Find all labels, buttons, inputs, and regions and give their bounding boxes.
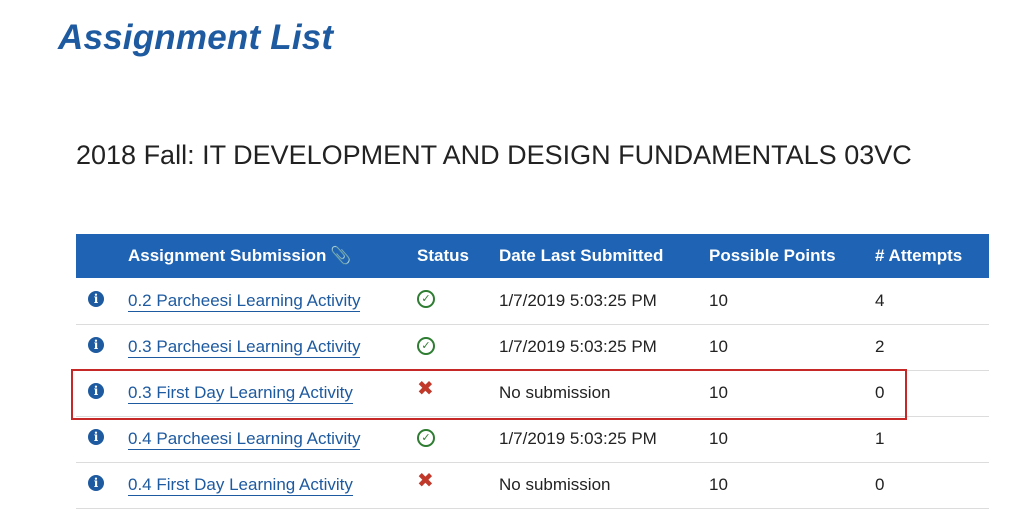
info-icon[interactable]: i bbox=[88, 475, 104, 491]
assignment-link[interactable]: 0.2 Parcheesi Learning Activity bbox=[128, 290, 361, 312]
attempts-cell: 4 bbox=[875, 290, 885, 310]
table-row: i 0.4 First Day Learning Activity ✖ No s… bbox=[76, 462, 989, 508]
header-info bbox=[76, 234, 128, 278]
check-circle-icon: ✓ bbox=[417, 336, 435, 355]
points-cell: 10 bbox=[709, 475, 728, 494]
paperclip-icon: 📎 bbox=[330, 246, 352, 265]
assignment-table: Assignment Submission 📎 Status Date Last … bbox=[76, 234, 989, 509]
header-points[interactable]: Possible Points bbox=[709, 234, 875, 278]
assignment-link[interactable]: 0.4 Parcheesi Learning Activity bbox=[128, 429, 361, 450]
x-icon: ✖ bbox=[417, 378, 434, 400]
points-cell: 10 bbox=[709, 290, 728, 310]
page-title: Assignment List bbox=[58, 18, 334, 57]
attempts-cell: 2 bbox=[875, 337, 885, 356]
date-cell: 1/7/2019 5:03:25 PM bbox=[499, 337, 657, 356]
course-title: 2018 Fall: IT DEVELOPMENT AND DESIGN FUN… bbox=[76, 140, 912, 170]
header-status[interactable]: Status bbox=[417, 234, 499, 278]
points-cell: 10 bbox=[709, 383, 728, 402]
points-cell: 10 bbox=[709, 429, 728, 448]
assignment-link[interactable]: 0.3 Parcheesi Learning Activity bbox=[128, 337, 361, 358]
assignment-link[interactable]: 0.4 First Day Learning Activity bbox=[128, 475, 353, 496]
date-cell: 1/7/2019 5:03:25 PM bbox=[499, 429, 657, 448]
table-row: i 0.3 Parcheesi Learning Activity ✓ 1/7/… bbox=[76, 324, 989, 370]
header-date[interactable]: Date Last Submitted bbox=[499, 234, 709, 278]
date-cell: No submission bbox=[499, 475, 611, 494]
table-row: i 0.2 Parcheesi Learning Activity ✓ 1/7/… bbox=[76, 278, 989, 324]
points-cell: 10 bbox=[709, 337, 728, 356]
attempts-cell: 0 bbox=[875, 383, 885, 402]
info-icon[interactable]: i bbox=[88, 429, 104, 445]
header-attempts[interactable]: # Attempts bbox=[875, 234, 989, 278]
assignment-table-container: Assignment Submission 📎 Status Date Last … bbox=[76, 234, 989, 509]
table-header-row: Assignment Submission 📎 Status Date Last … bbox=[76, 234, 989, 278]
table-row: i 0.4 Parcheesi Learning Activity ✓ 1/7/… bbox=[76, 416, 989, 462]
x-icon: ✖ bbox=[417, 470, 434, 492]
assignment-link[interactable]: 0.3 First Day Learning Activity bbox=[128, 383, 353, 404]
date-cell: No submission bbox=[499, 383, 611, 402]
check-circle-icon: ✓ bbox=[417, 428, 435, 447]
table-row: i 0.3 First Day Learning Activity ✖ No s… bbox=[76, 370, 989, 416]
attempts-cell: 1 bbox=[875, 429, 885, 448]
header-assignment-label: Assignment Submission bbox=[128, 246, 327, 265]
info-icon[interactable]: i bbox=[88, 337, 104, 353]
attempts-cell: 0 bbox=[875, 475, 885, 494]
info-icon[interactable]: i bbox=[88, 290, 104, 307]
check-circle-icon: ✓ bbox=[417, 290, 435, 309]
header-assignment[interactable]: Assignment Submission 📎 bbox=[128, 234, 417, 278]
date-cell: 1/7/2019 5:03:25 PM bbox=[499, 290, 657, 310]
info-icon[interactable]: i bbox=[88, 383, 104, 399]
